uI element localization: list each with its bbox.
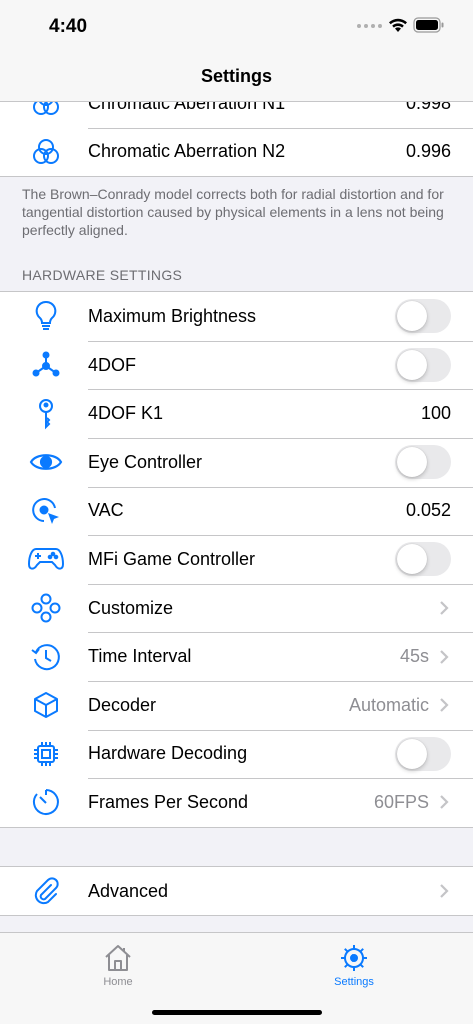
tab-settings[interactable]: Settings [294,943,414,988]
chevron-right-icon [440,795,449,810]
page-title: Settings [200,66,272,86]
chromatic-aberration-n2-row[interactable]: Chromatic Aberration N2 0.996 [0,127,473,177]
settings-list[interactable]: Chromatic Aberration N1 0.998 Chromatic … [0,102,473,932]
frames-per-second-row[interactable]: Frames Per Second 60FPS [0,778,473,827]
battery-icon [413,17,444,33]
row-value: 0.996 [405,141,451,162]
row-value: 100 [420,403,451,424]
row-value: 45s [399,646,429,667]
chromatic-aberration-n1-row[interactable]: Chromatic Aberration N1 0.998 [0,102,473,128]
row-label: Advanced [88,880,169,901]
mfi-game-controller-row: MFi Game Controller [0,535,473,584]
row-label: Chromatic Aberration N1 [88,102,286,113]
circles-cluster-icon [26,590,66,626]
hardware-decoding-row: Hardware Decoding [0,729,473,779]
chevron-right-icon [440,884,449,898]
chevron-right-icon [440,601,449,615]
row-value: 60FPS [373,791,429,812]
tab-bar: Home Settings [0,932,473,1024]
gamecontroller-icon [26,541,66,577]
eye-controller-toggle[interactable] [395,445,451,480]
row-value: Automatic [348,694,429,715]
navigation-bar: Settings [0,56,473,102]
section-footer: The Brown–Conrady model corrects both fo… [22,186,444,239]
cube-icon [26,687,66,723]
row-label: Decoder [88,694,157,715]
chevron-right-icon [440,649,449,664]
decoder-row[interactable]: Decoder Automatic [0,680,473,730]
section-header: HARDWARE SETTINGS [22,267,183,284]
row-label: Time Interval [88,646,192,667]
house-icon [105,945,131,971]
paperclip-icon [26,873,66,909]
status-time: 4:40 [49,16,88,37]
home-indicator[interactable] [152,1010,322,1015]
row-label: VAC [88,500,124,521]
row-value: 0.998 [405,102,451,113]
clock-history-icon [26,639,66,675]
chevron-right-icon [440,698,449,713]
chromatic-circles-icon [26,102,66,121]
wifi-icon [389,18,407,32]
timer-icon [26,784,66,820]
eye-icon [26,444,66,480]
4dof-k1-row[interactable]: 4DOF K1 100 [0,389,473,438]
vac-row[interactable]: VAC 0.052 [0,486,473,536]
gear-icon [341,945,367,971]
maximum-brightness-row: Maximum Brightness [0,292,473,341]
4dof-toggle[interactable] [395,348,451,383]
row-label: 4DOF [88,354,137,375]
hardware-group: Maximum Brightness 4DOF 4DOF K1 100 Eye … [0,291,473,828]
row-label: Eye Controller [88,451,203,472]
tab-home[interactable]: Home [58,943,178,988]
eye-controller-row: Eye Controller [0,437,473,487]
cursor-target-icon [26,493,66,529]
time-interval-row[interactable]: Time Interval 45s [0,632,473,681]
distortion-group: Chromatic Aberration N1 0.998 Chromatic … [0,102,473,178]
cpu-chip-icon [26,736,66,772]
mfi-game-controller-toggle[interactable] [395,542,451,577]
row-label: MFi Game Controller [88,548,256,569]
advanced-group: Advanced [0,865,473,917]
chromatic-circles-icon [26,134,66,170]
tab-label: Home [103,976,133,988]
row-label: Maximum Brightness [88,305,257,326]
row-value: 0.052 [405,500,451,521]
axes-icon [26,347,66,383]
4dof-row: 4DOF [0,340,473,390]
lightbulb-icon [26,298,66,334]
row-label: Hardware Decoding [88,743,248,764]
status-bar: 4:40 [0,0,473,56]
row-label: Customize [88,597,174,618]
hardware-decoding-toggle[interactable] [395,736,451,771]
key-icon [26,396,66,432]
row-label: 4DOF K1 [88,403,164,424]
customize-row[interactable]: Customize [0,583,473,633]
cellular-signal-icon [357,24,382,28]
maximum-brightness-toggle[interactable] [395,299,451,334]
row-label: Chromatic Aberration N2 [88,141,286,162]
tab-label: Settings [334,976,374,988]
advanced-row[interactable]: Advanced [0,867,473,916]
row-label: Frames Per Second [88,791,249,812]
